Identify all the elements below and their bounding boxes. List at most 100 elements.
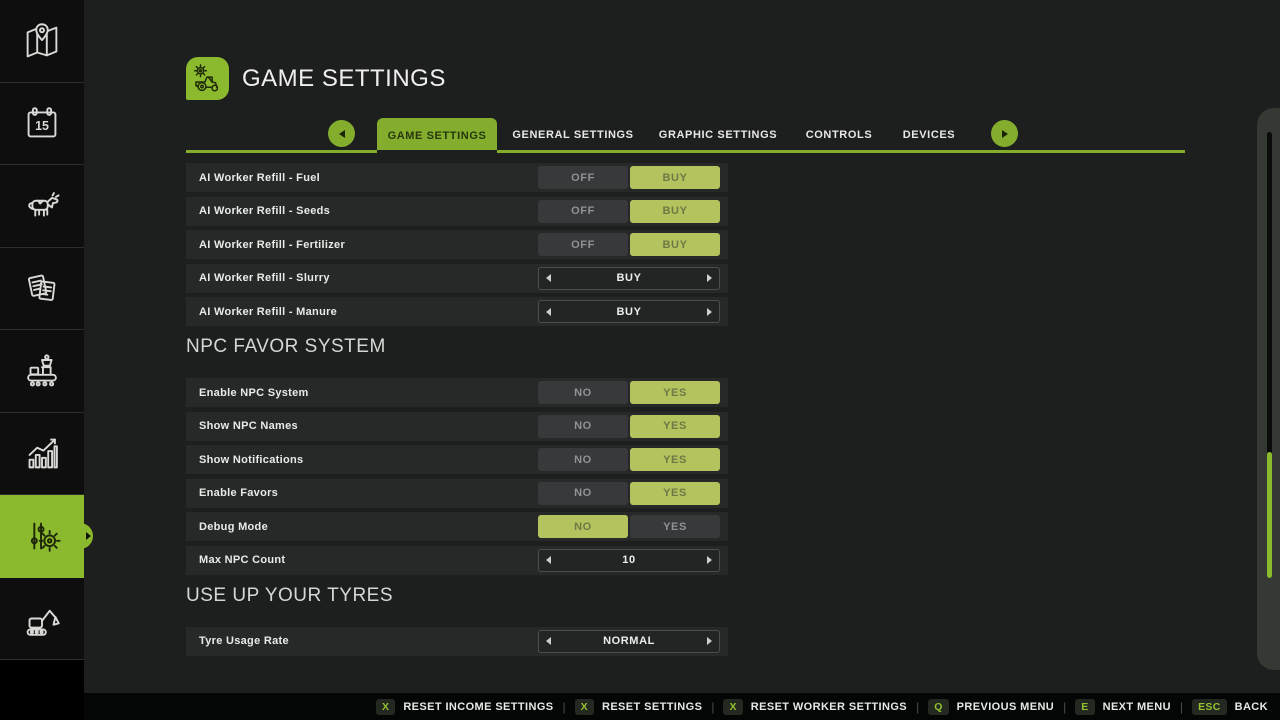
setting-row-ai-manure: AI Worker Refill - Manure BUY — [186, 297, 728, 326]
setting-row-ai-seeds: AI Worker Refill - Seeds OFF BUY — [186, 197, 728, 226]
action-label: PREVIOUS MENU — [957, 701, 1055, 713]
sidebar-item-contracts[interactable] — [0, 248, 84, 331]
divider: | — [1063, 700, 1066, 714]
sidebar-item-map[interactable] — [0, 0, 84, 83]
key-badge-x: X — [376, 699, 395, 715]
toggle-option-off[interactable]: OFF — [538, 166, 628, 189]
stepper-increase-icon[interactable] — [707, 556, 712, 564]
toggle-option-off[interactable]: OFF — [538, 200, 628, 223]
divider: | — [1180, 700, 1183, 714]
sidebar-item-statistics[interactable] — [0, 413, 84, 496]
tab-game-settings[interactable]: GAME SETTINGS — [377, 118, 497, 153]
toggle-group: NO YES — [538, 482, 720, 505]
sidebar-item-animals[interactable] — [0, 165, 84, 248]
setting-label: Show NPC Names — [199, 420, 298, 432]
setting-row-ai-fertilizer: AI Worker Refill - Fertilizer OFF BUY — [186, 230, 728, 259]
back-button[interactable]: ESC BACK — [1192, 699, 1268, 715]
toggle-option-yes[interactable]: YES — [630, 381, 720, 404]
tab-underline — [186, 150, 1185, 153]
toggle-group: NO YES — [538, 448, 720, 471]
toggle-option-no[interactable]: NO — [538, 448, 628, 471]
setting-row-max-npc-count: Max NPC Count 10 — [186, 546, 728, 575]
scrollbar — [1257, 108, 1280, 670]
stepper: BUY — [538, 300, 720, 323]
key-badge-x: X — [575, 699, 594, 715]
chevron-left-icon — [339, 130, 345, 138]
setting-row-debug-mode: Debug Mode NO YES — [186, 512, 728, 541]
setting-label: AI Worker Refill - Fertilizer — [199, 239, 345, 251]
tabs-scroll-left-button[interactable] — [328, 120, 355, 147]
stepper-increase-icon[interactable] — [707, 637, 712, 645]
setting-row-show-npc-names: Show NPC Names NO YES — [186, 412, 728, 441]
previous-menu-button[interactable]: Q PREVIOUS MENU — [928, 699, 1054, 715]
key-badge-x: X — [723, 699, 742, 715]
toggle-group: NO YES — [538, 381, 720, 404]
hotkey-bar: X RESET INCOME SETTINGS | X RESET SETTIN… — [0, 693, 1280, 720]
setting-row-show-notifications: Show Notifications NO YES — [186, 445, 728, 474]
section-title-npc-favor-system: NPC FAVOR SYSTEM — [186, 334, 728, 360]
divider: | — [916, 700, 919, 714]
toggle-option-buy[interactable]: BUY — [630, 233, 720, 256]
toggle-option-no[interactable]: NO — [538, 415, 628, 438]
tab-graphic-settings[interactable]: GRAPHIC SETTINGS — [659, 118, 777, 151]
active-item-arrow-icon — [86, 532, 91, 540]
sidebar-item-settings[interactable] — [0, 495, 84, 578]
toggle-option-buy[interactable]: BUY — [630, 166, 720, 189]
setting-label: AI Worker Refill - Seeds — [199, 205, 330, 217]
tab-controls[interactable]: CONTROLS — [806, 118, 873, 151]
setting-label: Debug Mode — [199, 521, 268, 533]
stepper-increase-icon[interactable] — [707, 274, 712, 282]
sidebar-item-calendar[interactable]: 15 — [0, 83, 84, 166]
next-menu-button[interactable]: E NEXT MENU — [1075, 699, 1171, 715]
stepper-value: BUY — [551, 272, 707, 284]
map-icon — [19, 18, 65, 64]
setting-label: Max NPC Count — [199, 554, 285, 566]
toggle-option-yes[interactable]: YES — [630, 515, 720, 538]
setting-label: AI Worker Refill - Slurry — [199, 272, 330, 284]
toggle-option-no[interactable]: NO — [538, 381, 628, 404]
toggle-group: OFF BUY — [538, 233, 720, 256]
setting-label: AI Worker Refill - Manure — [199, 306, 337, 318]
action-label: BACK — [1235, 701, 1268, 713]
action-label: RESET SETTINGS — [602, 701, 702, 713]
toggle-option-no[interactable]: NO — [538, 482, 628, 505]
toggle-option-buy[interactable]: BUY — [630, 200, 720, 223]
toggle-option-yes[interactable]: YES — [630, 482, 720, 505]
sidebar-item-construction[interactable] — [0, 578, 84, 661]
reset-worker-settings-button[interactable]: X RESET WORKER SETTINGS — [723, 699, 907, 715]
scrollbar-track[interactable] — [1267, 132, 1272, 578]
cow-icon — [19, 183, 65, 229]
calendar-icon: 15 — [19, 100, 65, 146]
section-title-use-up-your-tyres: USE UP YOUR TYRES — [186, 583, 728, 609]
key-badge-e: E — [1075, 699, 1094, 715]
key-badge-esc: ESC — [1192, 699, 1227, 715]
reset-income-settings-button[interactable]: X RESET INCOME SETTINGS — [376, 699, 554, 715]
tab-general-settings[interactable]: GENERAL SETTINGS — [512, 118, 633, 151]
action-label: RESET INCOME SETTINGS — [403, 701, 553, 713]
toggle-option-no[interactable]: NO — [538, 515, 628, 538]
scrollbar-thumb[interactable] — [1267, 452, 1272, 578]
reset-settings-button[interactable]: X RESET SETTINGS — [575, 699, 703, 715]
toggle-group: NO YES — [538, 415, 720, 438]
production-icon — [19, 348, 65, 394]
statistics-icon — [19, 430, 65, 476]
toggle-option-yes[interactable]: YES — [630, 415, 720, 438]
tabs-scroll-right-button[interactable] — [991, 120, 1018, 147]
toggle-group: NO YES — [538, 515, 720, 538]
toggle-option-off[interactable]: OFF — [538, 233, 628, 256]
action-label: NEXT MENU — [1103, 701, 1171, 713]
stepper: BUY — [538, 267, 720, 290]
stepper-value: 10 — [551, 554, 707, 566]
contracts-icon — [19, 265, 65, 311]
excavator-icon — [19, 595, 65, 641]
tab-devices[interactable]: DEVICES — [903, 118, 956, 151]
setting-row-ai-slurry: AI Worker Refill - Slurry BUY — [186, 264, 728, 293]
stepper: NORMAL — [538, 630, 720, 653]
stepper: 10 — [538, 549, 720, 572]
toggle-option-yes[interactable]: YES — [630, 448, 720, 471]
sidebar-item-production[interactable] — [0, 330, 84, 413]
divider: | — [563, 700, 566, 714]
settings-icon — [19, 513, 65, 559]
toggle-group: OFF BUY — [538, 200, 720, 223]
stepper-increase-icon[interactable] — [707, 308, 712, 316]
